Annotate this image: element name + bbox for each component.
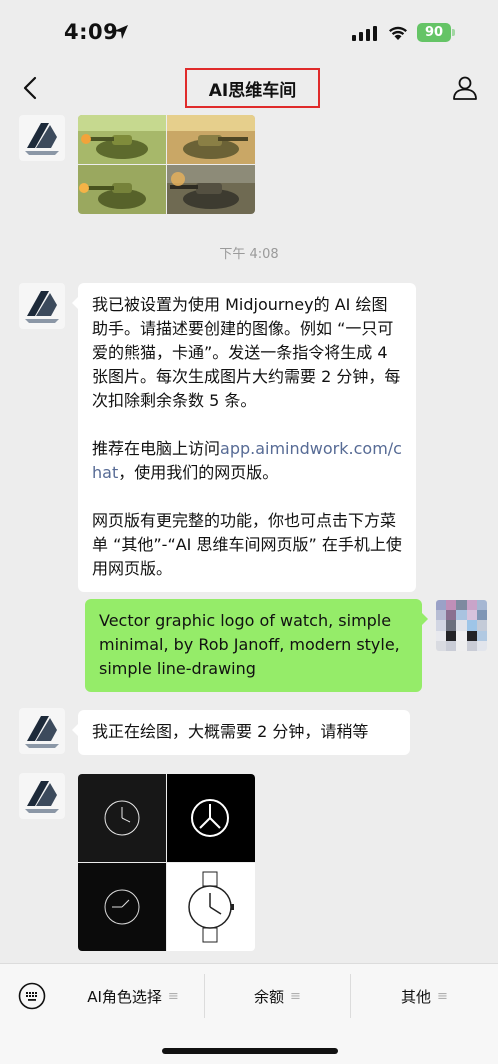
message-timestamp: 下午 4:08 [219, 247, 279, 262]
bot-logo-icon [25, 291, 59, 323]
intro-text-part1: 我已被设置为使用 Midjourney的 AI 绘图助手。请描述要创建的图像。例… [92, 295, 401, 458]
chat-title: AI思维车间 [208, 80, 297, 101]
bot-logo-icon [25, 123, 59, 155]
battery-indicator: 90 [417, 23, 451, 42]
person-icon[interactable] [451, 74, 479, 102]
bot-logo-icon [25, 781, 59, 813]
menu-item-other[interactable]: 其他 ≡ [351, 974, 498, 1018]
menu-lines-icon: ≡ [167, 988, 179, 1004]
menu-lines-icon: ≡ [290, 988, 301, 1004]
user-prompt-message[interactable]: Vector graphic logo of watch, simple min… [85, 599, 428, 692]
menu-item-ai-role-label: AI角色选择 [87, 987, 162, 1006]
menu-item-balance[interactable]: 余额 ≡ [205, 974, 350, 1018]
keyboard-icon[interactable] [18, 982, 46, 1010]
bot-avatar[interactable] [19, 283, 65, 329]
menu-item-ai-role[interactable]: AI角色选择 ≡ [62, 974, 204, 1018]
bot-avatar[interactable] [19, 708, 65, 754]
wifi-icon [389, 26, 407, 40]
bot-logo-icon [25, 716, 59, 748]
status-bar: 4:09 90 [0, 0, 498, 66]
intro-text-part2: ，使用我们的网页版。 网页版有更完整的功能，你也可点击下方菜单 “其他”-“AI… [92, 463, 402, 578]
menu-lines-icon: ≡ [437, 988, 448, 1004]
bot-avatar[interactable] [19, 115, 65, 161]
tank-image-message[interactable] [78, 115, 255, 214]
bot-avatar[interactable] [19, 773, 65, 819]
watch-logos-image [78, 774, 255, 951]
home-indicator[interactable] [162, 1048, 338, 1054]
cartoon-tanks-image [78, 115, 255, 214]
chevron-left-icon[interactable] [18, 75, 44, 101]
chat-title-highlight: AI思维车间 [185, 68, 320, 108]
watch-image-message[interactable] [78, 774, 255, 951]
location-arrow-icon [114, 25, 128, 39]
battery-tip [452, 29, 455, 36]
menu-item-balance-label: 余额 [254, 987, 285, 1006]
user-avatar[interactable] [436, 600, 487, 651]
bot-intro-message[interactable]: 我已被设置为使用 Midjourney的 AI 绘图助手。请描述要创建的图像。例… [72, 283, 416, 592]
cellular-signal-icon [352, 25, 377, 41]
menu-item-other-label: 其他 [401, 987, 432, 1006]
nav-bar: AI思维车间 [0, 66, 498, 112]
status-time: 4:09 [64, 20, 119, 44]
drawing-status-message[interactable]: 我正在绘图，大概需要 2 分钟，请稍等 [72, 710, 410, 755]
